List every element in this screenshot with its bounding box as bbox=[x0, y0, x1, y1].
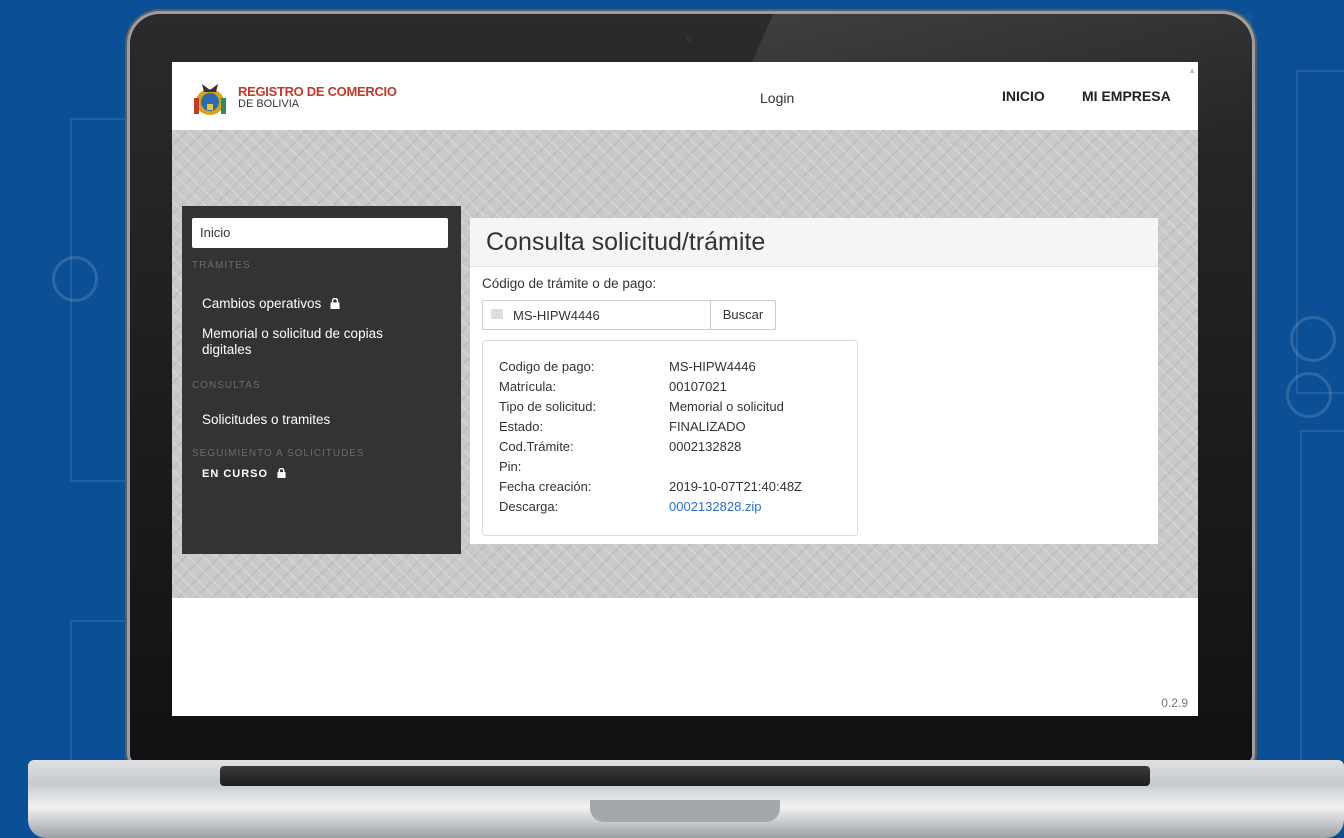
nav-item-inicio[interactable]: INICIO bbox=[1002, 88, 1045, 104]
result-label: Pin: bbox=[499, 459, 522, 474]
result-value: 0002132828 bbox=[669, 439, 742, 454]
keyboard-strip bbox=[220, 766, 1150, 786]
sidebar-section-consultas: CONSULTAS bbox=[192, 380, 261, 391]
result-value: FINALIZADO bbox=[669, 419, 746, 434]
sidebar-item-solicitudes[interactable]: Solicitudes o tramites bbox=[202, 412, 330, 428]
login-link[interactable]: Login bbox=[760, 90, 794, 106]
result-label: Codigo de pago: bbox=[499, 359, 595, 374]
nav-item-mi-empresa[interactable]: MI EMPRESA bbox=[1082, 88, 1171, 104]
sidebar: Inicio TRÁMITES Cambios operativos Memor… bbox=[182, 206, 461, 554]
page-title: Consulta solicitud/trámite bbox=[486, 228, 766, 256]
sidebar-section-seguimiento: SEGUIMIENTO A SOLICITUDES bbox=[192, 448, 365, 459]
card-icon bbox=[491, 309, 503, 319]
scrollbar-up-arrow[interactable]: ▲ bbox=[1188, 66, 1196, 75]
sidebar-item-memorial[interactable]: Memorial o solicitud de copias digitales bbox=[202, 326, 432, 358]
lock-icon bbox=[330, 298, 340, 309]
result-value: MS-HIPW4446 bbox=[669, 359, 756, 374]
sidebar-section-tramites: TRÁMITES bbox=[192, 260, 251, 271]
sidebar-item-cambios-operativos[interactable]: Cambios operativos bbox=[202, 296, 340, 312]
result-value: 00107021 bbox=[669, 379, 727, 394]
sidebar-item-label: Cambios operativos bbox=[202, 296, 322, 311]
lock-icon bbox=[277, 468, 286, 478]
result-card: Codigo de pago: MS-HIPW4446 Matrícula: 0… bbox=[482, 340, 858, 536]
result-label: Matrícula: bbox=[499, 379, 557, 394]
sidebar-item-en-curso[interactable]: EN CURSO bbox=[202, 468, 286, 480]
content-background: Inicio TRÁMITES Cambios operativos Memor… bbox=[172, 130, 1198, 598]
version-label: 0.2.9 bbox=[1161, 696, 1188, 710]
app-screen: REGISTRO DE COMERCIO DE BOLIVIA Login IN… bbox=[172, 62, 1198, 716]
result-label: Fecha creación: bbox=[499, 479, 592, 494]
code-search-value: MS-HIPW4446 bbox=[513, 308, 600, 323]
search-button[interactable]: Buscar bbox=[710, 300, 776, 330]
result-label: Estado: bbox=[499, 419, 544, 434]
laptop-notch bbox=[590, 800, 780, 822]
top-navbar: REGISTRO DE COMERCIO DE BOLIVIA Login IN… bbox=[172, 62, 1198, 130]
result-value: 2019-10-07T21:40:48Z bbox=[669, 479, 802, 494]
consulta-panel: Consulta solicitud/trámite Código de trá… bbox=[470, 218, 1158, 544]
result-value: Memorial o solicitud bbox=[669, 399, 784, 414]
result-label: Descarga: bbox=[499, 499, 559, 514]
code-field-label: Código de trámite o de pago: bbox=[482, 276, 657, 291]
brand-title: REGISTRO DE COMERCIO bbox=[238, 84, 397, 99]
coat-of-arms-icon[interactable] bbox=[190, 78, 230, 118]
sidebar-item-inicio[interactable]: Inicio bbox=[192, 218, 448, 248]
result-label: Tipo de solicitud: bbox=[499, 399, 597, 414]
panel-header: Consulta solicitud/trámite bbox=[470, 218, 1158, 267]
brand-subtitle: DE BOLIVIA bbox=[238, 98, 300, 110]
camera-icon bbox=[686, 36, 692, 42]
download-link[interactable]: 0002132828.zip bbox=[669, 499, 762, 514]
result-label: Cod.Trámite: bbox=[499, 439, 574, 454]
sidebar-item-label: EN CURSO bbox=[202, 468, 269, 480]
